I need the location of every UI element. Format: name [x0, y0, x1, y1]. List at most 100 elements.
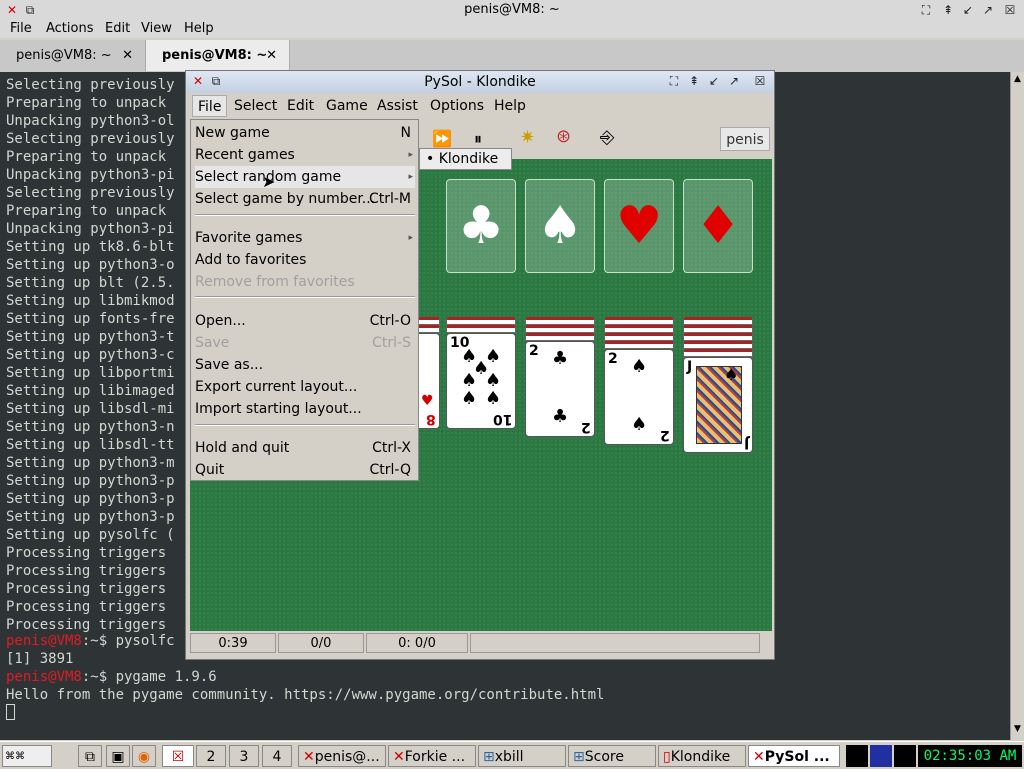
prompt-user: penis@VM8: [6, 633, 82, 649]
firefox-launcher-icon[interactable]: ◉: [132, 745, 156, 767]
tableau-card[interactable]: J ♠ J: [683, 357, 753, 453]
scroll-up-icon[interactable]: ▲: [1014, 74, 1021, 84]
minimize-icon[interactable]: ↙: [706, 73, 722, 89]
task-label: xbill: [494, 749, 524, 765]
menu-options[interactable]: Options: [430, 98, 484, 114]
menu-file[interactable]: File: [192, 95, 228, 117]
submenu-item-klondike[interactable]: • Klondike: [420, 151, 498, 167]
tab-terminal-1[interactable]: penis@VM8: ~ ✕: [0, 40, 146, 71]
task-terminal[interactable]: ✕penis@...: [298, 745, 386, 767]
scroll-down-icon[interactable]: ▼: [1014, 724, 1021, 734]
close-icon[interactable]: ☒: [1002, 2, 1018, 18]
menu-accelerator: Ctrl-X: [372, 440, 411, 456]
hello-line: Hello from the pygame community. https:/…: [6, 687, 605, 703]
tab-label: penis@VM8: ~: [162, 48, 268, 63]
tab-terminal-2[interactable]: penis@VM8: ~ ✕: [146, 40, 290, 71]
menu-help[interactable]: Help: [184, 21, 214, 36]
workspace-4[interactable]: 4: [262, 745, 292, 767]
club-icon: ♣: [552, 406, 569, 427]
menu-item-import-starting-layout[interactable]: Import starting layout...: [195, 398, 415, 420]
foundation-spades[interactable]: ♠: [525, 179, 595, 273]
autodrop-icon[interactable]: ⏩: [432, 129, 452, 148]
fullscreen-icon[interactable]: ⛶: [666, 73, 682, 89]
task-forkie[interactable]: ✕Forkie ...: [388, 745, 476, 767]
workspace-2[interactable]: 2: [196, 745, 226, 767]
close-icon[interactable]: ✕: [266, 40, 277, 71]
pin-icon[interactable]: ⇞: [940, 2, 956, 18]
task-label: Klondike: [670, 749, 731, 765]
maximize-icon[interactable]: ↗: [726, 73, 742, 89]
pin-icon[interactable]: ⇞: [686, 73, 702, 89]
maximize-icon[interactable]: ↗: [980, 2, 996, 18]
card-back: [446, 325, 516, 333]
cpu-monitor-icon: [846, 745, 868, 767]
task-xbill[interactable]: ⊞xbill: [478, 745, 566, 767]
terminal-titlebar[interactable]: ✕ ⧉ penis@VM8: ~ ⛶ ⇞ ↙ ↗ ☒: [0, 0, 1024, 21]
foundation-diamonds[interactable]: ♦: [683, 179, 753, 273]
foundation-hearts[interactable]: ♥: [604, 179, 674, 273]
task-pysol[interactable]: ✕PySol ...: [748, 745, 840, 767]
card-back: [525, 325, 595, 333]
stats-icon[interactable]: ✷: [520, 127, 535, 148]
menu-item-recent-games[interactable]: Recent games ▸: [195, 144, 415, 166]
menu-item-label: Save as...: [195, 357, 264, 373]
menu-item-open[interactable]: Open... Ctrl-O: [195, 310, 415, 332]
spade-icon: ♠: [631, 414, 648, 435]
status-moves: 0/0: [278, 633, 364, 653]
player-name-button[interactable]: penis: [720, 127, 770, 151]
menu-item-add-to-favorites[interactable]: Add to favorites: [195, 249, 415, 271]
terminal-line: Setting up python3-c: [6, 347, 175, 363]
menu-item-favorite-games[interactable]: Favorite games ▸: [195, 227, 415, 249]
terminal-line: Setting up tk8.6-blt: [6, 239, 175, 255]
menu-assist[interactable]: Assist: [377, 98, 418, 114]
menu-item-save-as[interactable]: Save as...: [195, 354, 415, 376]
menu-accelerator: Ctrl-M: [368, 191, 411, 207]
terminal-scrollbar[interactable]: ▲ ▼: [1010, 72, 1024, 740]
menu-item-quit[interactable]: Quit Ctrl-Q: [195, 459, 415, 481]
tab-label: penis@VM8: ~: [16, 48, 112, 63]
fullscreen-icon[interactable]: ⛶: [918, 2, 934, 18]
foundation-clubs[interactable]: ♣: [446, 179, 516, 273]
close-icon[interactable]: ☒: [752, 73, 768, 89]
show-desktop-icon[interactable]: ⧉: [78, 745, 102, 767]
menu-item-export-current-layout[interactable]: Export current layout...: [195, 376, 415, 398]
menu-actions[interactable]: Actions: [46, 21, 94, 36]
terminal-line: Processing triggers: [6, 599, 167, 615]
menu-game[interactable]: Game: [326, 98, 368, 114]
start-menu-icon[interactable]: ⌘⌘: [2, 745, 52, 767]
pysol-titlebar[interactable]: ✕ ⧉ PySol - Klondike ⛶ ⇞ ↙ ↗ ☒: [186, 71, 774, 93]
menu-separator: [195, 296, 415, 298]
menu-item-select-game-by-number[interactable]: Select game by number... Ctrl-M: [195, 188, 415, 210]
workspace-3[interactable]: 3: [229, 745, 259, 767]
prompt-path: :~$: [81, 669, 116, 685]
menu-file[interactable]: File: [10, 21, 32, 36]
menu-edit[interactable]: Edit: [287, 98, 314, 114]
menu-select[interactable]: Select: [234, 98, 277, 114]
close-icon[interactable]: ✕: [122, 40, 133, 71]
menu-help[interactable]: Help: [494, 98, 526, 114]
quit-door-icon[interactable]: ⎆: [600, 127, 614, 148]
tableau-card[interactable]: 2 ♠ ♠ 2: [604, 349, 674, 445]
menu-item-select-random-game[interactable]: Select random game ▸: [195, 166, 415, 188]
help-lifebuoy-icon[interactable]: ⊛: [556, 126, 571, 147]
minimize-icon[interactable]: ↙: [960, 2, 976, 18]
terminal-launcher-icon[interactable]: ▣: [106, 745, 130, 767]
club-icon: ♣: [457, 196, 505, 256]
pause-icon[interactable]: ⏸: [474, 129, 482, 149]
card-back: [683, 325, 753, 333]
clock[interactable]: 02:35:03 AM: [918, 745, 1022, 767]
menu-item-remove-from-favorites: Remove from favorites: [195, 271, 415, 293]
terminal-line: Selecting previously: [6, 77, 175, 93]
close-icon: ✕: [303, 749, 315, 765]
menu-view[interactable]: View: [141, 21, 172, 36]
tableau-card[interactable]: 10 ♠ ♠ ♠ ♠ ♠ ♠ ♠ 10: [446, 333, 516, 429]
workspace-1[interactable]: ☒: [162, 745, 194, 767]
menu-item-new-game[interactable]: New game N: [195, 122, 415, 144]
task-label: PySol ...: [764, 749, 830, 765]
file-menu: New game N Recent games ▸ Select random game…: [190, 119, 419, 481]
menu-item-hold-and-quit[interactable]: Hold and quit Ctrl-X: [195, 437, 415, 459]
task-score[interactable]: ⊞Score: [568, 745, 656, 767]
tableau-card[interactable]: 2 ♣ ♣ 2: [525, 341, 595, 437]
menu-edit[interactable]: Edit: [105, 21, 130, 36]
task-klondike[interactable]: ▯Klondike: [658, 745, 746, 767]
